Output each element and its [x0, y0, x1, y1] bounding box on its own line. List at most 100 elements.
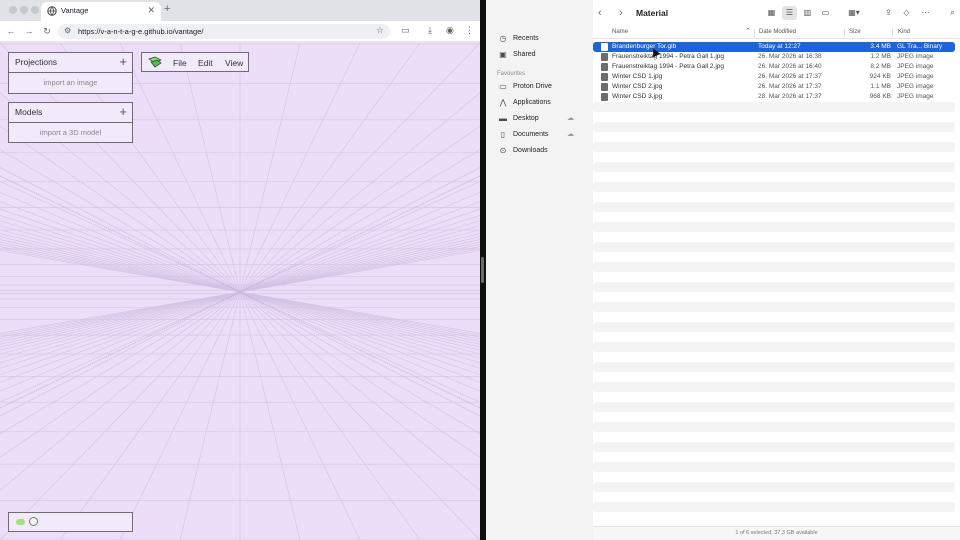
- column-date-modified[interactable]: Date Modified: [759, 29, 796, 35]
- empty-row: [593, 402, 955, 412]
- forward-icon[interactable]: →: [23, 25, 35, 37]
- app-menu-bar: File Edit View: [141, 52, 249, 72]
- profile-icon[interactable]: ◉: [446, 25, 454, 36]
- download-circle-icon: ⊙: [499, 146, 507, 155]
- sidebar-item-documents[interactable]: ▯ Documents ☁: [498, 129, 588, 143]
- empty-row: [593, 212, 955, 222]
- empty-row: [593, 242, 955, 252]
- projections-title: Projections: [15, 57, 58, 67]
- add-projection-icon[interactable]: +: [119, 54, 127, 69]
- sidebar-item-recents[interactable]: ◷ Recents: [498, 33, 588, 47]
- sidebar-item-desktop[interactable]: ▬ Desktop ☁: [498, 113, 588, 127]
- search-icon[interactable]: ⌕: [945, 6, 960, 20]
- sidebar-item-proton-drive[interactable]: ▭ Proton Drive: [498, 81, 588, 95]
- back-icon[interactable]: ←: [5, 25, 17, 37]
- favourites-heading: Favourites: [497, 71, 526, 77]
- menu-kebab-icon[interactable]: ⋮: [465, 25, 474, 36]
- minimize-window-button[interactable]: [20, 6, 28, 14]
- screen: Vantage ✕ + ← → ↻ ⚙ https://v-a-n-t-a-g-…: [0, 0, 960, 540]
- maximize-window-button[interactable]: [31, 6, 39, 14]
- empty-row: [593, 362, 955, 372]
- file-row-selected[interactable]: Brandenburger Tor.glb Today at 12:27 3.4 M…: [593, 42, 955, 52]
- vantage-logo-icon[interactable]: [148, 56, 162, 68]
- menu-view[interactable]: View: [225, 58, 243, 68]
- empty-row: [593, 372, 955, 382]
- radio-toggle[interactable]: [29, 517, 38, 526]
- file-row[interactable]: Winter CSD 1.jpg 26. Mar 2026 at 17:37 924…: [593, 72, 955, 82]
- file-size: 3.4 MB: [870, 43, 891, 50]
- empty-row: [593, 512, 955, 522]
- file-name: Winter CSD 2.jpg: [612, 83, 663, 90]
- file-date: 26. Mar 2026 at 17:37: [758, 83, 822, 90]
- column-name[interactable]: Name: [612, 29, 628, 35]
- new-tab-button[interactable]: +: [164, 3, 170, 15]
- forward-chevron-icon[interactable]: ›: [619, 7, 623, 19]
- gallery-view-icon[interactable]: ▭: [818, 6, 833, 20]
- file-date: Today at 12:27: [758, 43, 801, 50]
- address-bar[interactable]: ⚙ https://v-a-n-t-a-g-e.github.io/vantag…: [58, 24, 390, 39]
- cast-icon[interactable]: ▭: [401, 25, 410, 36]
- empty-row: [593, 452, 955, 462]
- desktop-icon: ▬: [499, 114, 507, 123]
- layer-toggle-icon[interactable]: [16, 519, 25, 525]
- projections-panel: Projections + import an image: [8, 52, 133, 94]
- empty-row: [593, 282, 955, 292]
- tab-vantage[interactable]: Vantage ✕: [41, 2, 161, 21]
- column-header: Name ⌃ Date Modified Size Kind: [593, 27, 960, 39]
- group-by-icon[interactable]: ▦▾: [843, 6, 865, 20]
- sidebar-item-downloads[interactable]: ⊙ Downloads: [498, 145, 588, 159]
- file-row[interactable]: Frauenstreiktag 1994 - Petra Gall 1.jpg 2…: [593, 52, 955, 62]
- icon-view-icon[interactable]: ▦: [764, 6, 779, 20]
- empty-row: [593, 182, 955, 192]
- menu-file[interactable]: File: [173, 58, 187, 68]
- file-row[interactable]: Frauenstreiktag 1994 - Petra Gall 2.jpg 2…: [593, 62, 955, 72]
- empty-row: [593, 132, 955, 142]
- split-resize-handle[interactable]: [481, 257, 484, 283]
- reload-icon[interactable]: ↻: [41, 25, 53, 37]
- column-view-icon[interactable]: ▥: [800, 6, 815, 20]
- empty-row: [593, 422, 955, 432]
- file-list: Brandenburger Tor.glb Today at 12:27 3.4 M…: [593, 42, 960, 526]
- back-chevron-icon[interactable]: ‹: [598, 7, 602, 19]
- empty-row: [593, 482, 955, 492]
- empty-row: [593, 232, 955, 242]
- url-text: https://v-a-n-t-a-g-e.github.io/vantage/: [78, 27, 204, 36]
- file-size: 924 KB: [869, 73, 891, 80]
- file-row[interactable]: Winter CSD 2.jpg 26. Mar 2026 at 17:37 1.1…: [593, 82, 955, 92]
- menu-edit[interactable]: Edit: [198, 58, 213, 68]
- file-date: 28. Mar 2026 at 17:37: [758, 93, 822, 100]
- column-size[interactable]: Size: [849, 29, 861, 35]
- globe-icon: [47, 6, 57, 16]
- import-image-button[interactable]: import an image: [9, 73, 132, 93]
- share-icon[interactable]: ⇪: [881, 6, 896, 20]
- empty-row: [593, 102, 955, 112]
- sort-chevron-icon: ⌃: [745, 28, 751, 35]
- download-icon[interactable]: ⤓: [428, 25, 432, 36]
- close-window-button[interactable]: [9, 6, 17, 14]
- more-actions-icon[interactable]: ⋯: [918, 6, 933, 20]
- tag-icon[interactable]: ◇: [899, 6, 914, 20]
- file-icon: [601, 63, 608, 71]
- empty-row: [593, 172, 955, 182]
- empty-row: [593, 472, 955, 482]
- file-row[interactable]: Winter CSD 3.jpg 28. Mar 2026 at 17:37 968…: [593, 92, 955, 102]
- sidebar-item-applications[interactable]: ⋀ Applications: [498, 97, 588, 111]
- list-view-icon[interactable]: ☰: [782, 6, 797, 20]
- close-tab-icon[interactable]: ✕: [147, 5, 155, 16]
- import-model-button[interactable]: import a 3D model: [9, 123, 132, 142]
- empty-row: [593, 442, 955, 452]
- file-size: 1.2 MB: [870, 53, 891, 60]
- browser-window: Vantage ✕ + ← → ↻ ⚙ https://v-a-n-t-a-g-…: [0, 0, 480, 540]
- column-kind[interactable]: Kind: [898, 29, 910, 35]
- file-name: Winter CSD 3.jpg: [612, 93, 663, 100]
- add-model-icon[interactable]: +: [119, 104, 127, 119]
- tab-bar: Vantage ✕ +: [0, 0, 480, 21]
- empty-row: [593, 492, 955, 502]
- file-kind: JPEG image: [897, 93, 934, 100]
- file-icon: [601, 73, 608, 81]
- site-info-icon[interactable]: ⚙: [64, 26, 71, 35]
- empty-row: [593, 352, 955, 362]
- 3d-viewport[interactable]: Projections + import an image Models + i…: [0, 43, 480, 540]
- bookmark-star-icon[interactable]: ☆: [376, 25, 384, 36]
- sidebar-item-shared[interactable]: ▣ Shared: [498, 49, 588, 63]
